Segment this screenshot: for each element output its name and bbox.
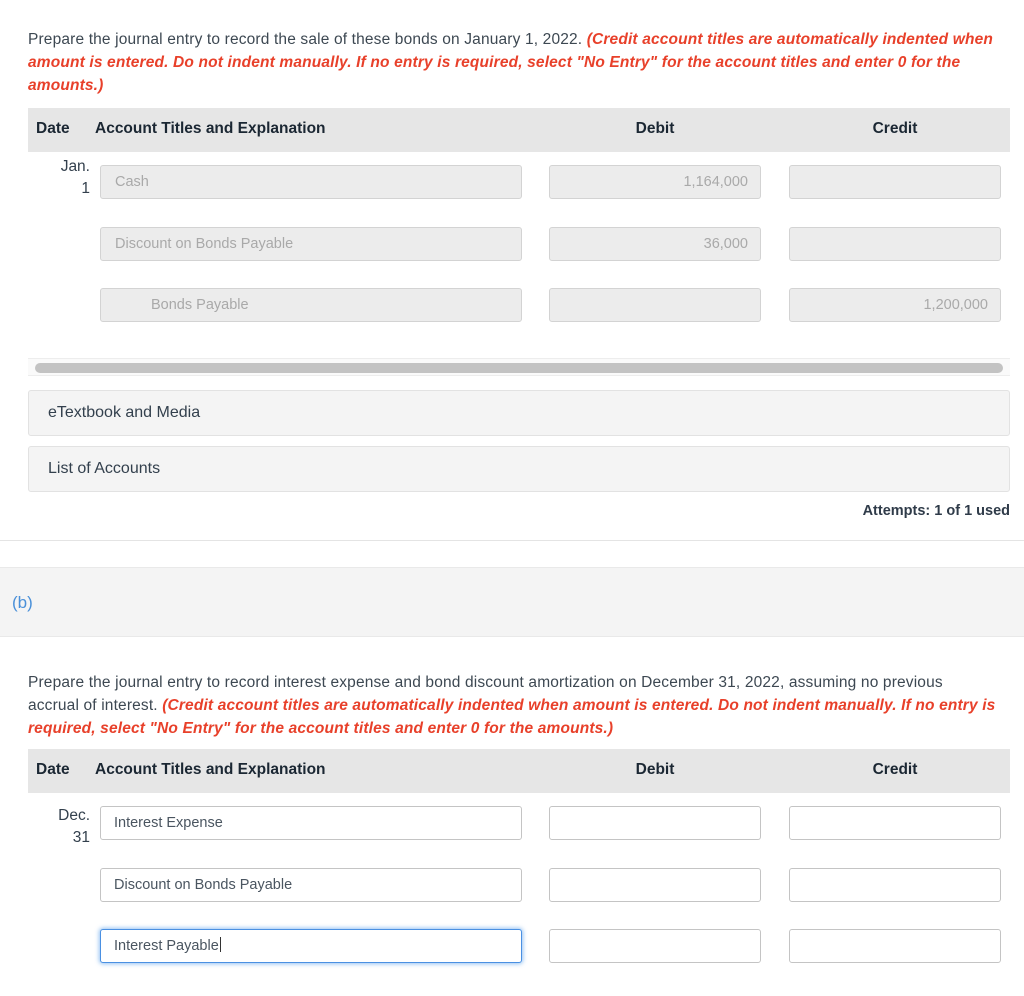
debit-amount-input[interactable]: [549, 288, 761, 322]
table-row: Dec. 31 Interest Expense: [28, 793, 1010, 854]
date-cell: Jan. 1: [28, 156, 90, 200]
credit-amount-input[interactable]: [789, 806, 1001, 840]
part-b-label: (b): [12, 593, 33, 612]
section-divider: [0, 540, 1024, 541]
table-b-header-credit: Credit: [872, 761, 918, 778]
table-row: Discount on Bonds Payable: [28, 854, 1010, 915]
table-a-header-credit: Credit: [872, 120, 918, 137]
date-cell: Dec. 31: [28, 805, 90, 849]
account-title-input[interactable]: Interest Payable: [100, 929, 522, 963]
part-b-prompt-note: (Credit account titles are automatically…: [28, 696, 996, 737]
debit-amount-input[interactable]: [549, 929, 761, 963]
table-b-header-debit: Debit: [635, 761, 675, 778]
debit-amount-input[interactable]: [549, 868, 761, 902]
table-a-header-row: Date Account Titles and Explanation Debi…: [28, 108, 1010, 152]
table-row: Discount on Bonds Payable 36,000: [28, 213, 1010, 274]
debit-amount-input[interactable]: 36,000: [549, 227, 761, 261]
journal-entry-table-b: Date Account Titles and Explanation Debi…: [28, 749, 1010, 976]
table-a-header-account: Account Titles and Explanation: [95, 120, 326, 137]
date-month: Dec.: [58, 807, 90, 824]
list-of-accounts-button[interactable]: List of Accounts: [28, 446, 1010, 492]
account-title-value: Interest Payable: [114, 938, 219, 954]
journal-entry-table-a: Date Account Titles and Explanation Debi…: [28, 108, 1010, 335]
credit-amount-input[interactable]: [789, 227, 1001, 261]
credit-amount-input[interactable]: [789, 929, 1001, 963]
part-b-prompt: Prepare the journal entry to record inte…: [28, 671, 998, 740]
etextbook-and-media-button[interactable]: eTextbook and Media: [28, 390, 1010, 436]
table-row: Jan. 1 Cash 1,164,000: [28, 152, 1010, 213]
account-title-input[interactable]: Bonds Payable: [100, 288, 522, 322]
table-row: Bonds Payable 1,200,000: [28, 274, 1010, 335]
table-a-header-debit: Debit: [635, 120, 675, 137]
debit-amount-input[interactable]: 1,164,000: [549, 165, 761, 199]
scrollbar-thumb[interactable]: [35, 363, 1003, 373]
credit-amount-input[interactable]: [789, 868, 1001, 902]
part-b-band: (b): [0, 567, 1024, 637]
account-title-input[interactable]: Discount on Bonds Payable: [100, 868, 522, 902]
date-day: 1: [81, 180, 90, 197]
attempts-status: Attempts: 1 of 1 used: [862, 503, 1010, 519]
credit-amount-input[interactable]: 1,200,000: [789, 288, 1001, 322]
table-a-header-date: Date: [36, 120, 70, 137]
text-caret: [219, 937, 221, 952]
table-b-header-date: Date: [36, 761, 70, 778]
part-a-prompt-text: Prepare the journal entry to record the …: [28, 30, 587, 48]
date-month: Jan.: [60, 158, 90, 175]
table-a-horizontal-scrollbar[interactable]: [28, 358, 1010, 376]
debit-amount-input[interactable]: [549, 806, 761, 840]
table-row: Interest Payable: [28, 915, 1010, 976]
question-page: Prepare the journal entry to record the …: [0, 0, 1024, 996]
account-title-input[interactable]: Discount on Bonds Payable: [100, 227, 522, 261]
table-b-header-row: Date Account Titles and Explanation Debi…: [28, 749, 1010, 793]
credit-amount-input[interactable]: [789, 165, 1001, 199]
account-title-input[interactable]: Interest Expense: [100, 806, 522, 840]
date-day: 31: [72, 829, 90, 846]
table-b-header-account: Account Titles and Explanation: [95, 761, 326, 778]
account-title-input[interactable]: Cash: [100, 165, 522, 199]
part-a-prompt: Prepare the journal entry to record the …: [28, 28, 1010, 97]
